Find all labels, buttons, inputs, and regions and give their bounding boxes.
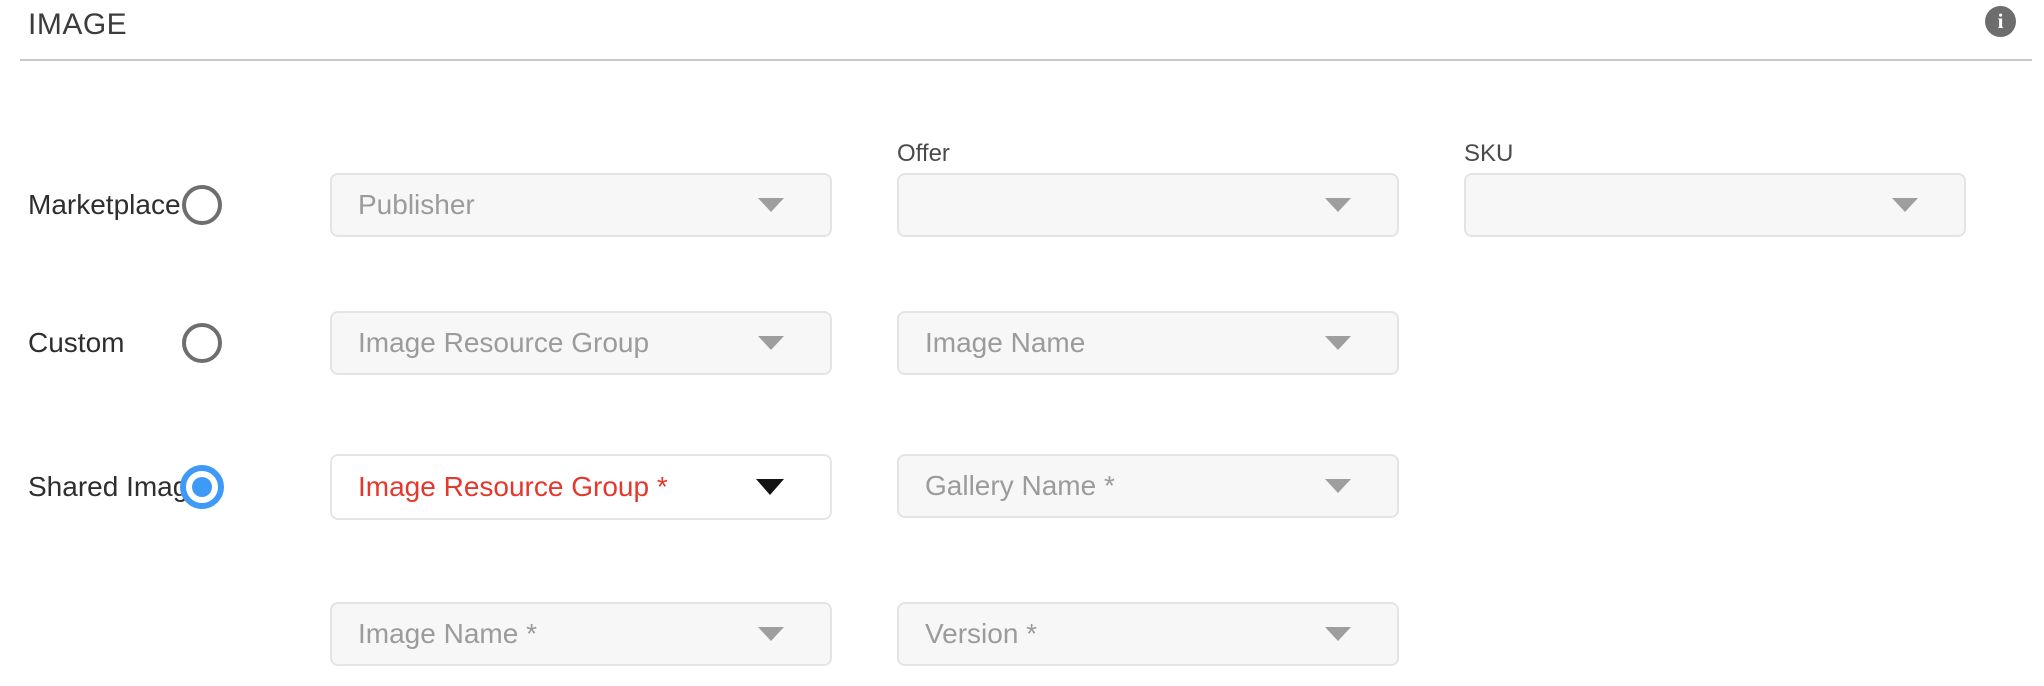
image-section: IMAGE i Marketplace Publisher Offer SKU … xyxy=(0,0,2044,686)
chevron-down-icon xyxy=(758,627,784,641)
custom-image-resource-group-placeholder: Image Resource Group xyxy=(358,327,649,359)
section-divider xyxy=(20,59,2032,61)
radio-dot xyxy=(192,477,212,497)
shared-image-name-dropdown[interactable]: Image Name * xyxy=(330,602,832,666)
publisher-dropdown[interactable]: Publisher xyxy=(330,173,832,237)
chevron-down-icon xyxy=(1325,627,1351,641)
shared-image-resource-group-placeholder: Image Resource Group * xyxy=(358,471,668,503)
chevron-down-icon xyxy=(758,336,784,350)
chevron-down-icon xyxy=(1325,198,1351,212)
page-title: IMAGE xyxy=(28,8,127,42)
info-icon: i xyxy=(1998,9,2004,34)
custom-image-resource-group-dropdown[interactable]: Image Resource Group xyxy=(330,311,832,375)
sku-dropdown[interactable] xyxy=(1464,173,1966,237)
shared-image-label: Shared Image xyxy=(28,470,204,504)
custom-image-name-placeholder: Image Name xyxy=(925,327,1085,359)
offer-dropdown[interactable] xyxy=(897,173,1399,237)
custom-label: Custom xyxy=(28,326,124,360)
chevron-down-icon xyxy=(1325,479,1351,493)
info-button[interactable]: i xyxy=(1985,6,2016,37)
chevron-down-icon xyxy=(1325,336,1351,350)
chevron-down-icon xyxy=(756,479,784,495)
shared-version-dropdown[interactable]: Version * xyxy=(897,602,1399,666)
chevron-down-icon xyxy=(1892,198,1918,212)
marketplace-label: Marketplace xyxy=(28,188,181,222)
publisher-placeholder: Publisher xyxy=(358,189,475,221)
custom-image-name-dropdown[interactable]: Image Name xyxy=(897,311,1399,375)
shared-gallery-name-placeholder: Gallery Name * xyxy=(925,470,1115,502)
shared-gallery-name-dropdown[interactable]: Gallery Name * xyxy=(897,454,1399,518)
chevron-down-icon xyxy=(758,198,784,212)
shared-image-name-placeholder: Image Name * xyxy=(358,618,537,650)
shared-version-placeholder: Version * xyxy=(925,618,1037,650)
sku-label: SKU xyxy=(1464,140,1513,168)
offer-label: Offer xyxy=(897,140,950,168)
shared-image-resource-group-dropdown[interactable]: Image Resource Group * xyxy=(330,454,832,520)
custom-radio[interactable] xyxy=(182,323,222,363)
marketplace-radio[interactable] xyxy=(182,185,222,225)
shared-image-radio[interactable] xyxy=(180,465,224,509)
